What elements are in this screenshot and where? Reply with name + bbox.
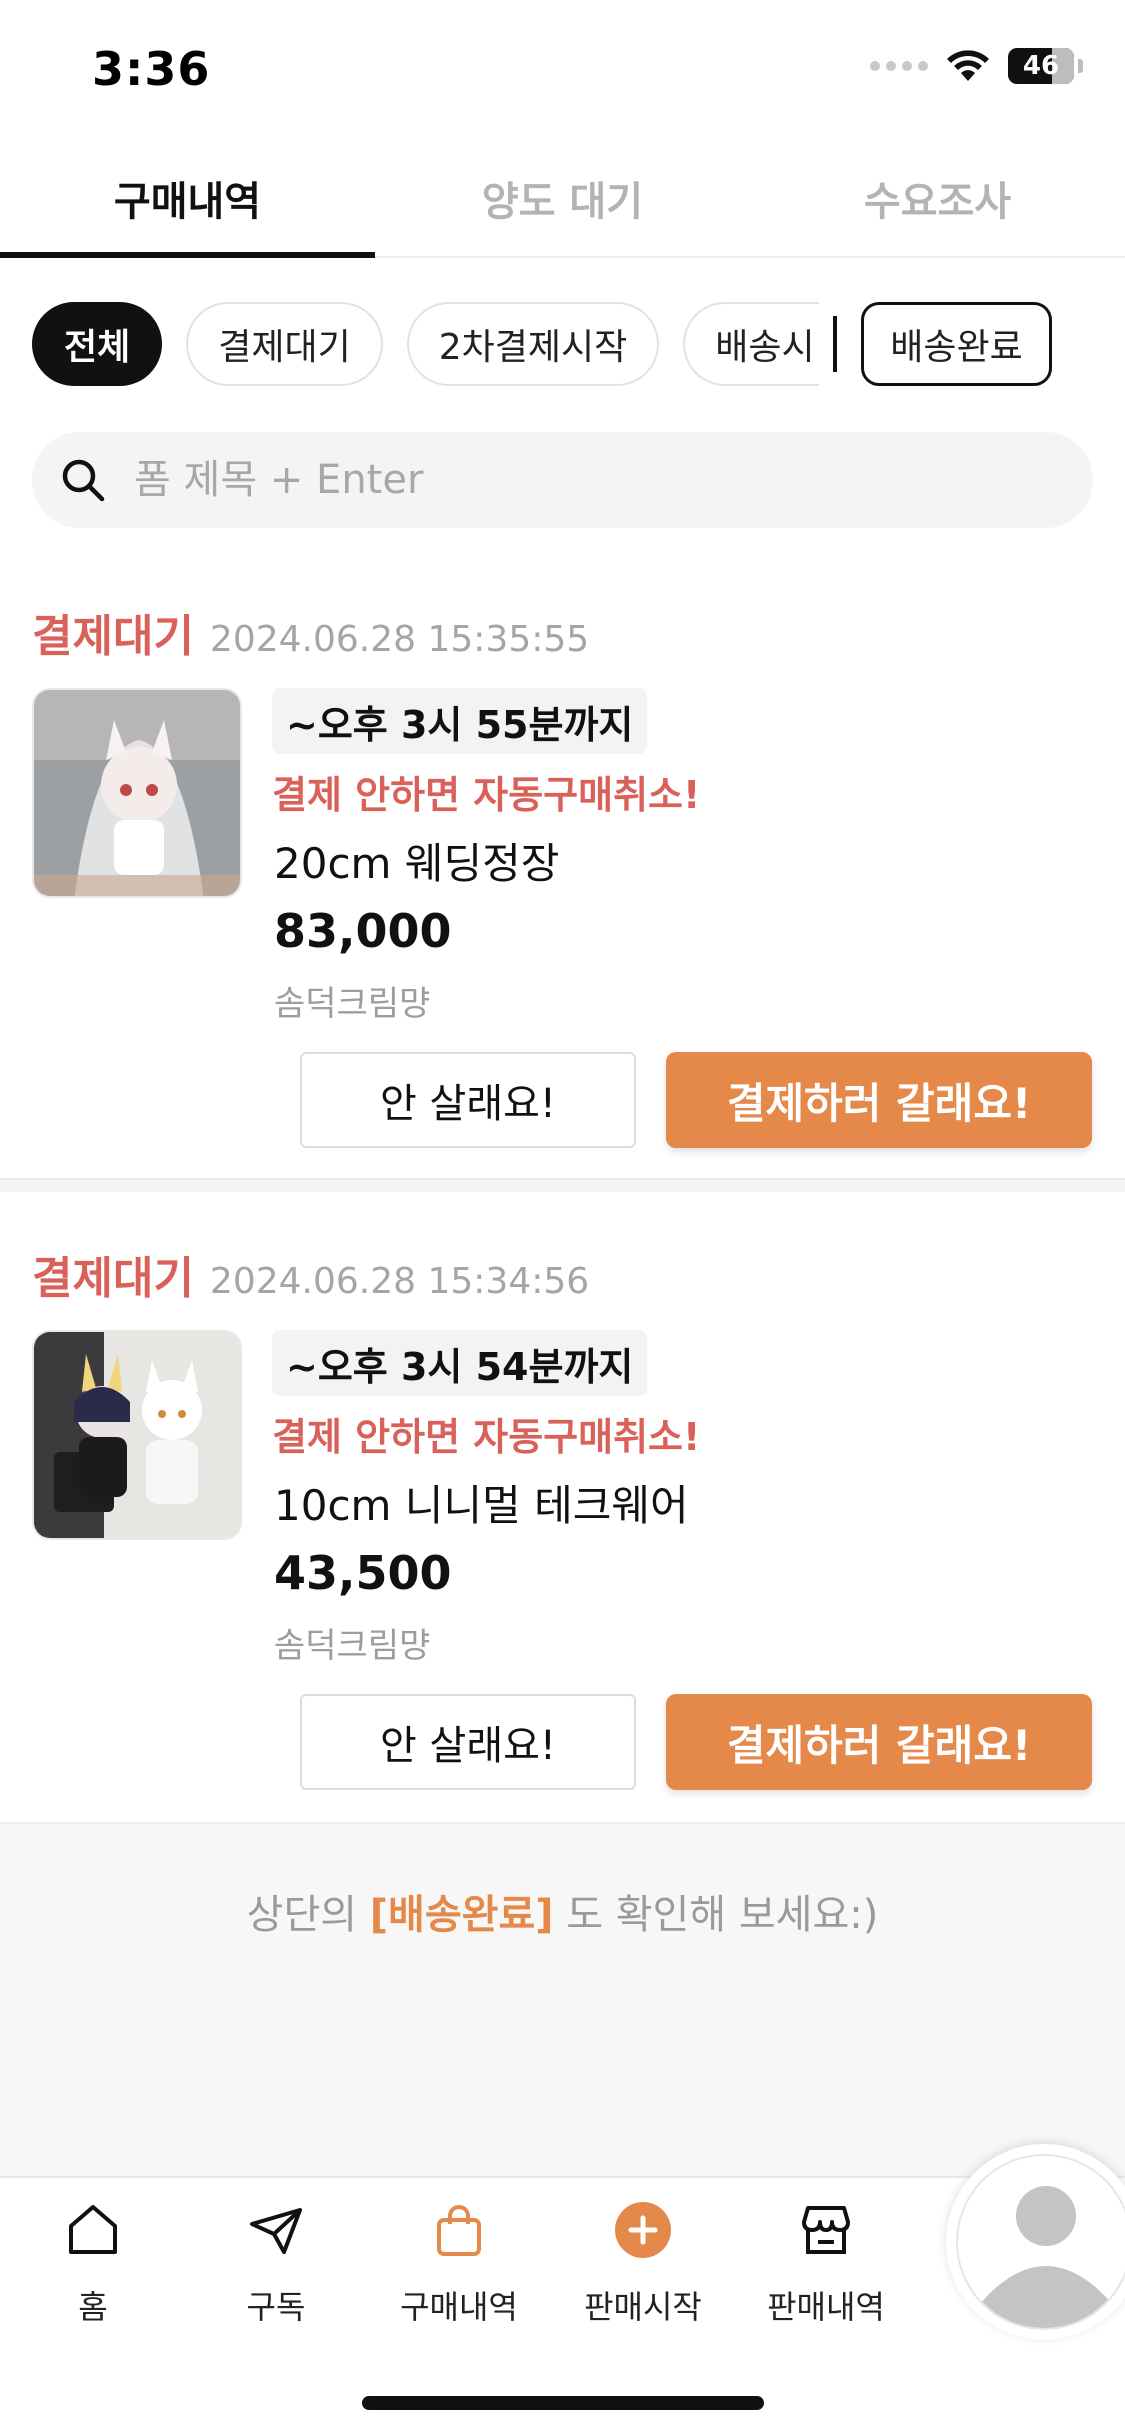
status-time: 3:36 — [92, 42, 211, 96]
nav-home[interactable]: 홈 — [18, 2198, 168, 2328]
home-indicator — [362, 2396, 764, 2410]
nav-sales[interactable]: 판매내역 — [751, 2198, 901, 2328]
seller-name: 솜덕크림먕 — [274, 1626, 431, 1666]
product-thumbnail[interactable] — [32, 688, 242, 898]
hint-suffix: 도 확인해 보세요:) — [553, 1892, 879, 1938]
order-header: 결제대기 2024.06.28 15:35:55 — [32, 600, 589, 664]
cancel-purchase-button[interactable]: 안 살래요! — [300, 1694, 636, 1790]
footer-hint-area: 상단의 [배송완료] 도 확인해 보세요:) — [0, 1822, 1125, 2178]
seller-name: 솜덕크림먕 — [274, 984, 431, 1024]
battery-nub — [1078, 59, 1083, 73]
search-input[interactable] — [134, 457, 1034, 503]
payment-deadline: ~오후 3시 54분까지 — [272, 1330, 648, 1396]
nav-sales-label: 판매내역 — [767, 2288, 885, 2326]
order-date: 2024.06.28 15:35:55 — [209, 619, 590, 660]
filter-chips: 전체 결제대기 2차결제시작 배송시 배송완료 — [32, 302, 1093, 386]
auto-cancel-warning: 결제 안하면 자동구매취소! — [272, 773, 701, 817]
top-tab-bar: 구매내역 양도 대기 수요조사 — [0, 140, 1125, 258]
delivered-hint: 상단의 [배송완료] 도 확인해 보세요:) — [0, 1882, 1125, 1940]
avatar — [956, 2154, 1125, 2330]
order-status: 결제대기 — [32, 611, 194, 662]
chip-delivered[interactable]: 배송완료 — [861, 302, 1052, 386]
nav-home-label: 홈 — [78, 2288, 108, 2326]
battery-icon: 46 — [1008, 48, 1074, 84]
product-price: 43,500 — [274, 1546, 452, 1600]
product-image — [34, 1332, 240, 1538]
section-separator — [0, 1178, 1125, 1192]
tab-transfer-waiting[interactable]: 양도 대기 — [375, 140, 750, 256]
cellular-signal-icon — [870, 61, 928, 71]
nav-subscribe-label: 구독 — [246, 2288, 306, 2326]
product-price: 83,000 — [274, 904, 452, 958]
chip-pending-payment[interactable]: 결제대기 — [186, 302, 383, 386]
order-header: 결제대기 2024.06.28 15:34:56 — [32, 1242, 589, 1306]
nav-purchases-label: 구매내역 — [400, 2288, 518, 2326]
order-card: 결제대기 2024.06.28 15:35:55 ~오후 3시 55분까지 결제… — [0, 600, 1125, 1176]
nav-start-selling[interactable]: 판매시작 — [568, 2198, 718, 2328]
nav-start-selling-label: 판매시작 — [584, 2288, 702, 2326]
tab-purchases[interactable]: 구매내역 — [0, 140, 375, 258]
product-name: 20cm 웨딩정장 — [274, 839, 560, 888]
search-bar — [32, 432, 1093, 528]
order-card: 결제대기 2024.06.28 15:34:56 ~오후 3시 54분까지 결제… — [0, 1242, 1125, 1820]
chip-all[interactable]: 전체 — [32, 302, 163, 386]
home-icon — [61, 2198, 125, 2262]
hint-prefix: 상단의 — [246, 1892, 370, 1938]
shopping-bag-icon — [427, 2198, 491, 2262]
nav-subscribe[interactable]: 구독 — [201, 2198, 351, 2328]
store-icon — [794, 2198, 858, 2262]
status-icons: 46 — [870, 48, 1083, 84]
go-to-payment-button[interactable]: 결제하러 갈래요! — [666, 1694, 1092, 1790]
chip-shipping[interactable]: 배송시 — [683, 302, 820, 386]
product-image — [34, 690, 240, 896]
chip-second-payment[interactable]: 2차결제시작 — [406, 302, 660, 386]
hint-highlight[interactable]: [배송완료] — [370, 1892, 554, 1938]
chip-divider — [833, 316, 838, 372]
product-thumbnail[interactable] — [32, 1330, 242, 1540]
payment-deadline: ~오후 3시 55분까지 — [272, 688, 648, 754]
search-icon — [62, 459, 105, 502]
nav-purchases[interactable]: 구매내역 — [384, 2198, 534, 2328]
product-name: 10cm 니니멀 테크웨어 — [274, 1481, 689, 1530]
plus-circle-icon — [611, 2198, 675, 2262]
status-bar: 3:36 46 — [0, 0, 1125, 140]
battery-level: 46 — [1022, 51, 1060, 81]
user-silhouette-icon — [978, 2186, 1114, 2328]
go-to-payment-button[interactable]: 결제하러 갈래요! — [666, 1052, 1092, 1148]
cancel-purchase-button[interactable]: 안 살래요! — [300, 1052, 636, 1148]
wifi-icon — [947, 50, 989, 81]
paper-plane-icon — [244, 2198, 308, 2262]
order-date: 2024.06.28 15:34:56 — [209, 1261, 590, 1302]
auto-cancel-warning: 결제 안하면 자동구매취소! — [272, 1415, 701, 1459]
tab-demand-survey[interactable]: 수요조사 — [750, 140, 1125, 256]
order-status: 결제대기 — [32, 1253, 194, 1304]
